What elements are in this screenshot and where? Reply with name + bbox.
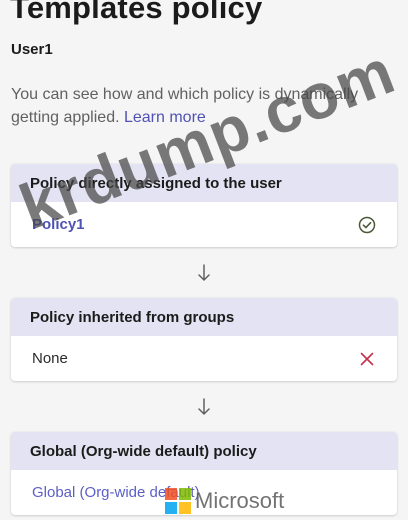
check-circle-icon — [357, 215, 377, 235]
card-header-group: Policy inherited from groups — [11, 298, 397, 336]
arrow-down-icon — [197, 398, 211, 416]
card-body-direct: Policy1 — [11, 202, 397, 247]
user-name: User1 — [11, 41, 53, 58]
global-policy-card: Global (Org-wide default) policy Global … — [11, 432, 397, 515]
group-policy-card: Policy inherited from groups None — [11, 298, 397, 381]
global-policy-value[interactable]: Global (Org-wide default) — [32, 484, 200, 501]
arrow-down-icon — [197, 264, 211, 282]
card-header-global: Global (Org-wide default) policy — [11, 432, 397, 470]
learn-more-link[interactable]: Learn more — [124, 109, 206, 126]
assigned-policy-link[interactable]: Policy1 — [32, 216, 85, 233]
inherited-policy-value: None — [32, 350, 68, 367]
page-title: Templates policy — [10, 0, 263, 25]
description: You can see how and which policy is dyna… — [11, 83, 406, 129]
direct-policy-card: Policy directly assigned to the user Pol… — [11, 164, 397, 247]
close-icon — [357, 349, 377, 369]
card-header-direct: Policy directly assigned to the user — [11, 164, 397, 202]
templates-policy-page: Templates policy User1 You can see how a… — [0, 0, 408, 520]
card-body-global: Global (Org-wide default) — [11, 470, 397, 515]
card-body-group: None — [11, 336, 397, 381]
